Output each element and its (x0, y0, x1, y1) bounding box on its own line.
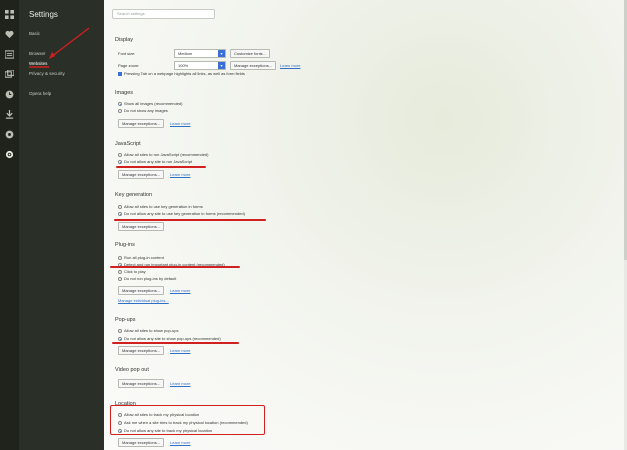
news-icon[interactable] (5, 50, 14, 59)
radio[interactable] (118, 277, 122, 281)
video-learn-more-link[interactable]: Learn more (170, 381, 190, 386)
history-icon[interactable] (5, 90, 14, 99)
chevron-down-icon: ▾ (218, 62, 225, 69)
radio[interactable] (118, 205, 122, 209)
customize-fonts-button[interactable]: Customize fonts... (230, 49, 271, 58)
plugins-learn-more-link[interactable]: Learn more (170, 288, 190, 293)
js-learn-more-link[interactable]: Learn more (170, 172, 190, 177)
keygen-heading: Key generation (115, 192, 152, 198)
images-heading: Images (115, 90, 134, 96)
radio[interactable] (118, 212, 122, 216)
plugins-manage-exceptions-button[interactable]: Manage exceptions... (118, 286, 165, 295)
radio[interactable] (118, 102, 122, 106)
video-heading: Video pop out (115, 367, 149, 373)
font-size-label: Font size: (118, 51, 136, 56)
keygen-option-allow[interactable]: Allow all sites to use key generation in… (118, 204, 203, 210)
option-label: Show all images (recommended) (124, 101, 183, 106)
option-label: Do not run plug-ins by default (124, 276, 177, 281)
option-label: Allow all sites to track my physical loc… (124, 412, 200, 417)
zoom-learn-more-link[interactable]: Learn more (280, 63, 300, 68)
gear-icon[interactable] (5, 150, 14, 159)
popups-manage-exceptions-button[interactable]: Manage exceptions... (118, 346, 165, 355)
radio[interactable] (118, 337, 122, 341)
location-option-allow[interactable]: Allow all sites to track my physical loc… (118, 412, 199, 418)
heart-icon[interactable] (5, 30, 14, 39)
radio[interactable] (118, 421, 122, 425)
manage-individual-plugins-link[interactable]: Manage individual plug-ins... (118, 298, 169, 303)
icon-bar (0, 0, 19, 450)
keygen-option-block[interactable]: Do not allow any site to use key generat… (118, 211, 245, 217)
chevron-down-icon: ▾ (218, 50, 225, 57)
option-label: Ask me when a site tries to track my phy… (124, 420, 248, 425)
video-manage-exceptions-button[interactable]: Manage exceptions... (118, 379, 165, 388)
plugins-option-run-all[interactable]: Run all plug-in content (118, 255, 164, 261)
annotation-arrow (29, 27, 90, 68)
images-option-show[interactable]: Show all images (recommended) (118, 101, 182, 107)
radio[interactable] (118, 109, 122, 113)
downloads-icon[interactable] (5, 110, 14, 119)
option-label: Allow all sites to show pop-ups (124, 328, 179, 333)
images-learn-more-link[interactable]: Learn more (170, 121, 190, 126)
radio[interactable] (118, 329, 122, 333)
popups-learn-more-link[interactable]: Learn more (170, 348, 190, 353)
display-heading: Display (115, 37, 134, 43)
checkbox[interactable] (118, 72, 122, 76)
radio[interactable] (118, 429, 122, 433)
annotation-underline (110, 266, 240, 268)
plugins-option-block[interactable]: Do not run plug-ins by default (118, 276, 176, 282)
images-manage-exceptions-button[interactable]: Manage exceptions... (118, 119, 165, 128)
zoom-manage-exceptions-button[interactable]: Manage exceptions... (230, 61, 277, 70)
javascript-heading: JavaScript (115, 141, 141, 147)
js-option-block[interactable]: Do not allow any site to run JavaScript (118, 159, 192, 165)
location-option-block[interactable]: Do not allow any site to track my physic… (118, 428, 212, 434)
search-input[interactable]: Search settings (112, 9, 215, 19)
tab-highlight-checkbox-row[interactable]: Pressing Tab on a webpage highlights all… (118, 71, 245, 77)
annotation-underline (116, 166, 206, 168)
option-label: Run all plug-in content (124, 255, 164, 260)
location-learn-more-link[interactable]: Learn more (170, 440, 190, 445)
page-zoom-select[interactable]: 100% ▾ (174, 61, 226, 70)
speed-dial-icon[interactable] (5, 10, 14, 19)
tab-highlight-label: Pressing Tab on a webpage highlights all… (124, 71, 245, 76)
keygen-manage-exceptions-button[interactable]: Manage exceptions... (118, 222, 165, 231)
extensions-icon[interactable] (5, 130, 14, 139)
radio[interactable] (118, 153, 122, 157)
plugins-option-click-to-play[interactable]: Click to play (118, 269, 146, 275)
page-zoom-label: Page zoom: (118, 63, 140, 68)
option-label: Do not allow any site to run JavaScript (124, 159, 193, 164)
option-label: Do not show any images (124, 108, 168, 113)
font-size-value: Medium (178, 51, 193, 56)
popups-heading: Pop-ups (115, 317, 136, 323)
radio[interactable] (118, 160, 122, 164)
images-option-hide[interactable]: Do not show any images (118, 108, 168, 114)
settings-content: Search settings Display Font size: Mediu… (104, 0, 627, 450)
js-option-allow[interactable]: Allow all sites to run JavaScript (recom… (118, 152, 208, 158)
option-label: Do not allow any site to use key generat… (124, 211, 245, 216)
location-option-ask[interactable]: Ask me when a site tries to track my phy… (118, 420, 248, 426)
settings-sidebar: Settings Basic Browser Websites Privacy … (19, 0, 104, 450)
radio[interactable] (118, 413, 122, 417)
font-size-select[interactable]: Medium ▾ (174, 49, 226, 58)
js-manage-exceptions-button[interactable]: Manage exceptions... (118, 170, 165, 179)
annotation-underline (114, 219, 266, 221)
annotation-underline (112, 342, 239, 344)
option-label: Allow all sites to use key generation in… (124, 204, 203, 209)
option-label: Do not allow any site to track my physic… (124, 428, 213, 433)
option-label: Click to play (124, 269, 146, 274)
sidebar-item-opera-help[interactable]: Opera help (29, 91, 51, 96)
page-zoom-value: 100% (178, 63, 189, 68)
radio[interactable] (118, 270, 122, 274)
tabs-icon[interactable] (5, 70, 14, 79)
popups-option-allow[interactable]: Allow all sites to show pop-ups (118, 328, 178, 334)
location-manage-exceptions-button[interactable]: Manage exceptions... (118, 438, 165, 447)
radio[interactable] (118, 256, 122, 260)
option-label: Allow all sites to run JavaScript (recom… (124, 152, 209, 157)
plugins-heading: Plug-ins (115, 242, 135, 248)
